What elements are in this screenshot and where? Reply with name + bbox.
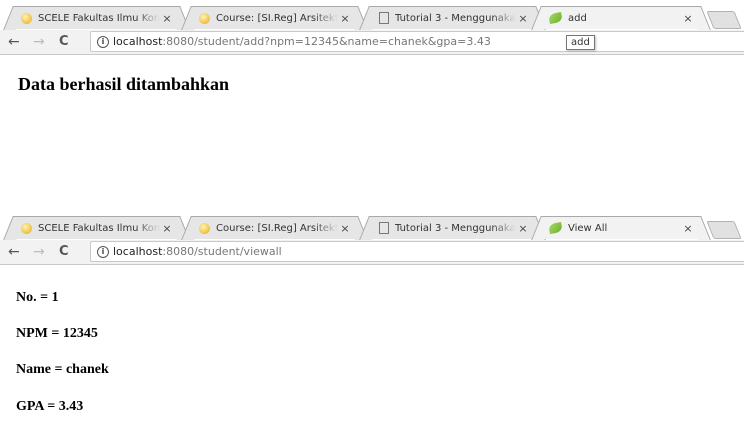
document-icon	[379, 222, 389, 234]
tab-tooltip: add	[566, 35, 595, 50]
toolbar: ← → C i localhost:8080/student/viewall	[0, 240, 744, 265]
address-bar[interactable]: i localhost:8080/student/add?npm=12345&n…	[90, 31, 744, 52]
tab-add[interactable]: add ×	[542, 6, 700, 29]
tab-course[interactable]: Course: [SI.Reg] Arsitektu ×	[192, 216, 357, 239]
ui-logo-icon	[21, 222, 32, 234]
back-arrow-icon[interactable]: ←	[8, 33, 20, 51]
tab-tutorial[interactable]: Tutorial 3 - Menggunaka ×	[370, 216, 535, 239]
tab-title: Tutorial 3 - Menggunaka	[395, 12, 516, 24]
document-icon	[379, 12, 389, 24]
new-tab-button[interactable]	[706, 221, 742, 239]
url-path: :8080/student/viewall	[162, 245, 282, 258]
student-gpa-field: GPA = 3.43	[16, 399, 84, 414]
tab-view-all[interactable]: View All ×	[542, 216, 700, 239]
close-icon[interactable]: ×	[681, 222, 695, 235]
back-arrow-icon[interactable]: ←	[8, 243, 20, 261]
close-icon[interactable]: ×	[681, 12, 695, 25]
tab-tutorial[interactable]: Tutorial 3 - Menggunaka ×	[370, 6, 535, 29]
browser-window-add: SCELE Fakultas Ilmu Kom × Course: [SI.Re…	[0, 0, 744, 55]
tab-scele[interactable]: SCELE Fakultas Ilmu Kom ×	[14, 6, 179, 29]
tab-title: SCELE Fakultas Ilmu Kom	[38, 222, 160, 234]
ui-logo-icon	[21, 12, 32, 24]
tab-course[interactable]: Course: [SI.Reg] Arsitektu ×	[192, 6, 357, 29]
url-host: localhost	[113, 35, 163, 48]
tab-strip: SCELE Fakultas Ilmu Kom × Course: [SI.Re…	[0, 210, 744, 240]
forward-arrow-icon[interactable]: →	[33, 33, 45, 51]
ui-logo-icon	[199, 222, 210, 234]
tab-title: SCELE Fakultas Ilmu Kom	[38, 12, 160, 24]
close-icon[interactable]: ×	[338, 12, 352, 25]
tab-strip: SCELE Fakultas Ilmu Kom × Course: [SI.Re…	[0, 0, 744, 30]
spring-leaf-icon	[548, 11, 563, 25]
info-icon[interactable]: i	[97, 35, 109, 48]
close-icon[interactable]: ×	[516, 222, 530, 235]
tab-title: Course: [SI.Reg] Arsitektu	[216, 12, 338, 24]
close-icon[interactable]: ×	[338, 222, 352, 235]
close-icon[interactable]: ×	[160, 12, 174, 25]
ui-logo-icon	[199, 12, 210, 24]
success-message: Data berhasil ditambahkan	[18, 74, 230, 94]
reload-icon[interactable]: C	[59, 243, 69, 261]
tab-title: Tutorial 3 - Menggunaka	[395, 222, 516, 234]
address-bar[interactable]: i localhost:8080/student/viewall	[90, 241, 744, 262]
close-icon[interactable]: ×	[160, 222, 174, 235]
new-tab-button[interactable]	[706, 11, 742, 29]
info-icon[interactable]: i	[97, 245, 109, 258]
forward-arrow-icon[interactable]: →	[33, 243, 45, 261]
reload-icon[interactable]: C	[59, 33, 69, 51]
student-name-field: Name = chanek	[16, 362, 109, 377]
student-npm-field: NPM = 12345	[16, 326, 98, 341]
url-host: localhost	[113, 245, 163, 258]
tab-title: add	[568, 12, 587, 24]
close-icon[interactable]: ×	[516, 12, 530, 25]
student-number-field: No. = 1	[16, 290, 59, 305]
url-path: :8080/student/add?npm=12345&name=chanek&…	[162, 35, 491, 48]
spring-leaf-icon	[548, 221, 563, 235]
browser-window-viewall: SCELE Fakultas Ilmu Kom × Course: [SI.Re…	[0, 210, 744, 265]
tab-title: Course: [SI.Reg] Arsitektu	[216, 222, 338, 234]
toolbar: ← → C i localhost:8080/student/add?npm=1…	[0, 30, 744, 55]
tab-scele[interactable]: SCELE Fakultas Ilmu Kom ×	[14, 216, 179, 239]
tab-title: View All	[568, 222, 608, 234]
